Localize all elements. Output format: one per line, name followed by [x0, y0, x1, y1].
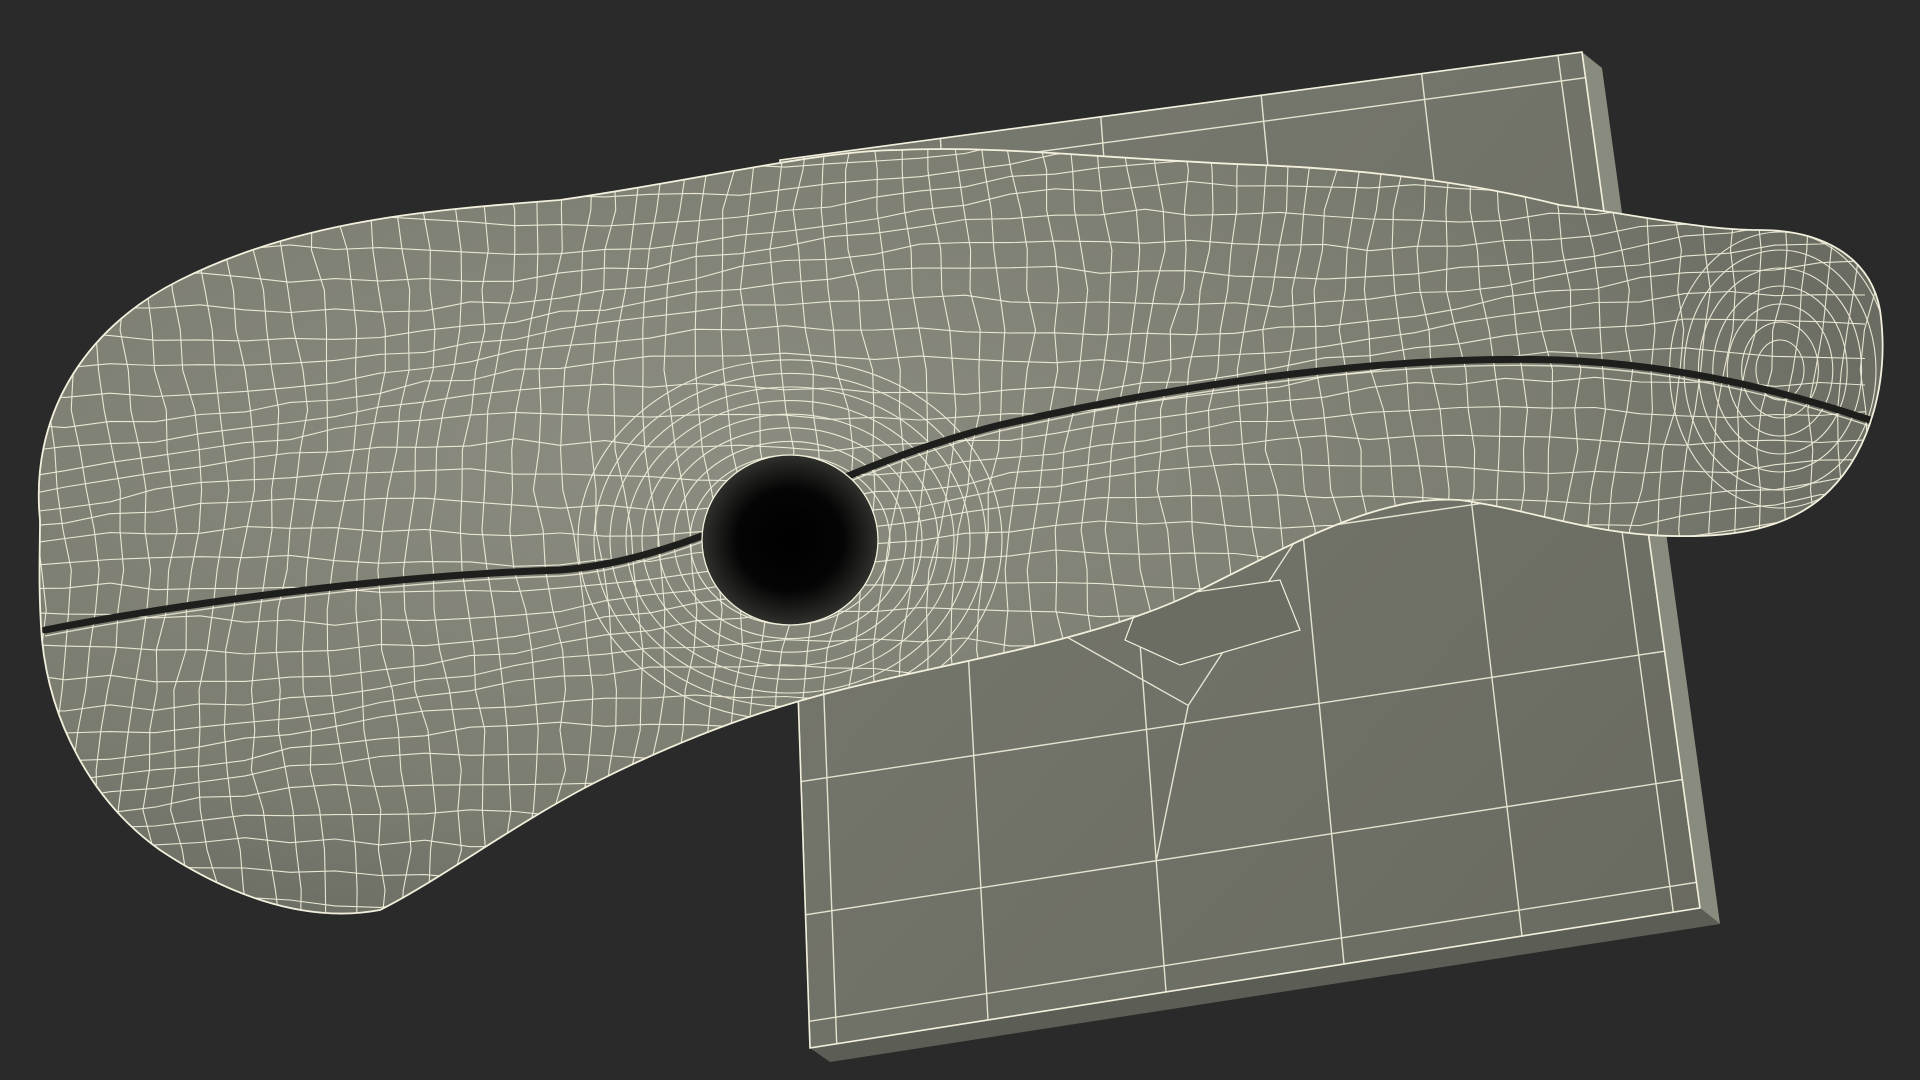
cavity: [702, 455, 878, 625]
wireframe-scene: [0, 0, 1920, 1080]
render-viewport: [0, 0, 1920, 1080]
